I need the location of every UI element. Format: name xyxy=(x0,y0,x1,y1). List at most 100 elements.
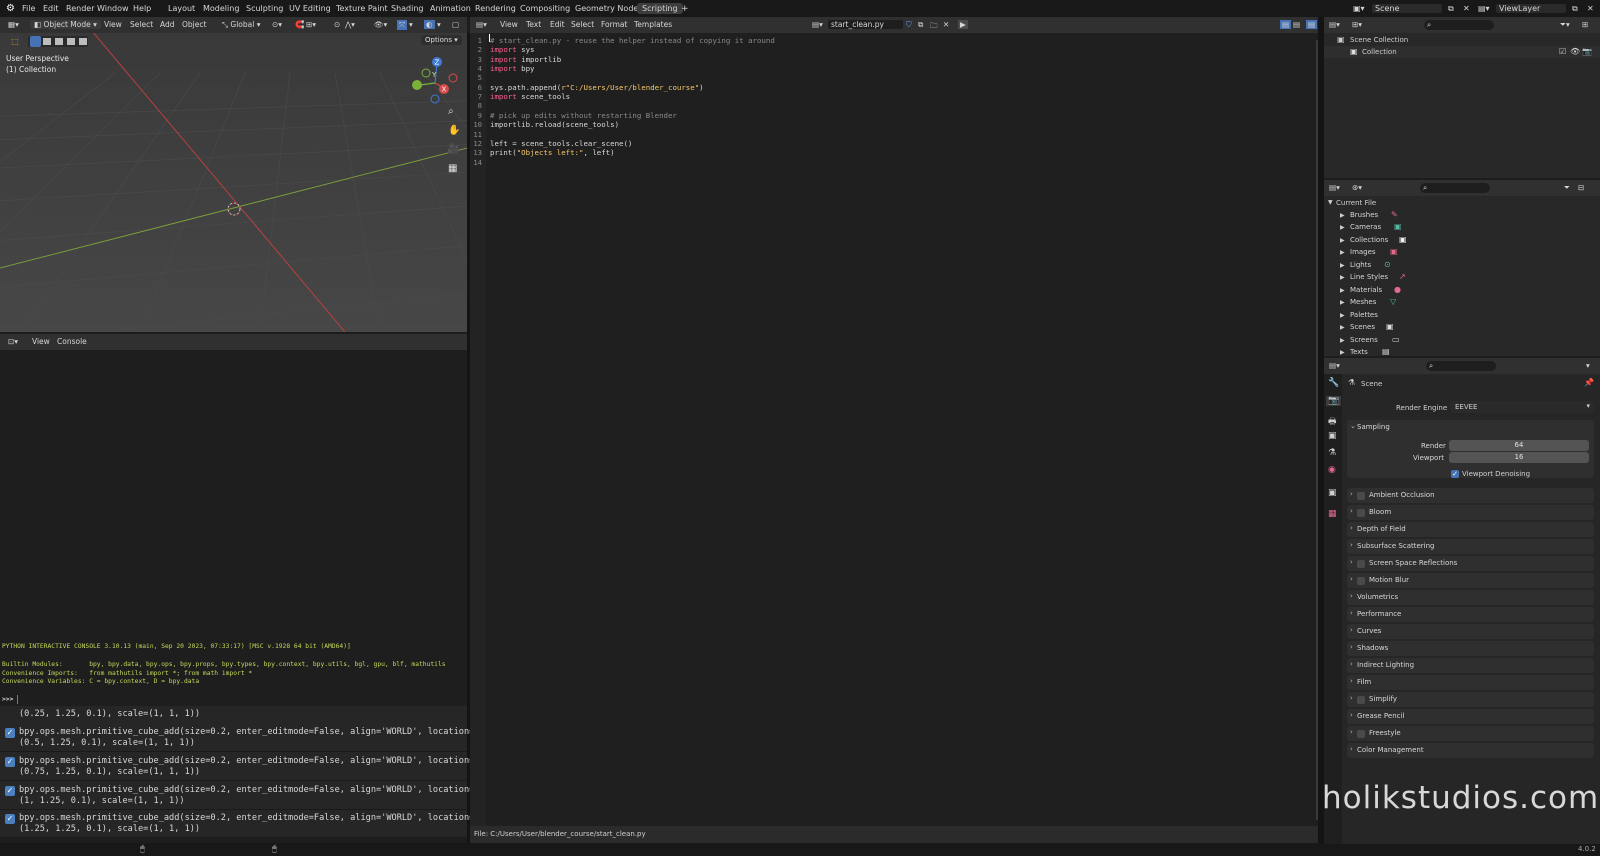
code-line[interactable]: print("Objects left:", left) xyxy=(490,148,615,157)
gizmo-toggle-icon[interactable]: ⤧ xyxy=(397,20,407,30)
falloff-icon[interactable]: ⋀▾ xyxy=(345,20,355,29)
outliner-editor-type-icon[interactable]: ▤▾ xyxy=(1329,20,1340,29)
world-tab-icon[interactable]: ◉ xyxy=(1328,465,1336,475)
scene-collection-label[interactable]: Scene Collection xyxy=(1350,36,1408,44)
select-tool-button[interactable]: ⬚ xyxy=(9,36,21,47)
orientation-dropdown[interactable]: ⤡ Global ▾ xyxy=(222,20,260,30)
select-invert-icon[interactable] xyxy=(67,38,75,45)
file-item-collections[interactable]: Collections xyxy=(1350,236,1388,244)
file-item-screens[interactable]: Screens xyxy=(1350,336,1378,344)
info-row[interactable]: ✓ bpy.ops.mesh.primitive_cube_add(size=0… xyxy=(0,753,474,781)
view-layer-copy-icon[interactable]: ⧉ xyxy=(1572,4,1578,14)
code-line[interactable]: # pick up edits without restarting Blend… xyxy=(490,111,677,120)
blend-file-search-field[interactable]: ⌕ xyxy=(1420,183,1490,193)
panel-bloom[interactable]: › Bloom xyxy=(1347,505,1594,520)
view-layer-icon[interactable]: ▤▾ xyxy=(1478,4,1490,13)
tab-compositing[interactable]: Compositing xyxy=(520,4,570,13)
syntax-highlight-toggle-icon[interactable]: ▤ xyxy=(1306,20,1318,29)
new-text-icon[interactable]: ⧉ xyxy=(918,20,923,30)
code-line[interactable]: import bpy xyxy=(490,64,535,73)
panel-performance[interactable]: › Performance xyxy=(1347,607,1594,622)
file-item-brushes[interactable]: Brushes xyxy=(1350,211,1378,219)
open-text-icon[interactable]: 🗀 xyxy=(930,20,938,33)
code-line[interactable]: import scene_tools xyxy=(490,92,570,101)
text-menu-edit[interactable]: Edit xyxy=(550,20,565,29)
panel-enable-checkbox[interactable] xyxy=(1357,577,1365,585)
code-line[interactable]: sys.path.append(r"C:/Users/User/blender_… xyxy=(490,83,704,92)
run-script-icon[interactable]: ▶ xyxy=(958,20,968,29)
code-area[interactable]: 1 # start_clean.py - reuse the helper ins… xyxy=(470,33,1318,173)
overlay-toggle-icon[interactable]: ◐ xyxy=(424,20,435,29)
tab-uv-editing[interactable]: UV Editing xyxy=(289,4,331,13)
view-layer-close-icon[interactable]: ✕ xyxy=(1587,4,1594,13)
viewport-menu-add[interactable]: Add xyxy=(160,20,175,29)
outliner-display-mode-icon[interactable]: ⊞▾ xyxy=(1352,20,1362,29)
panel-grease-pencil[interactable]: › Grease Pencil xyxy=(1347,709,1594,724)
tab-animation[interactable]: Animation xyxy=(430,4,471,13)
add-workspace-icon[interactable]: + xyxy=(681,4,689,14)
text-menu-format[interactable]: Format xyxy=(601,20,627,29)
viewport-menu-select[interactable]: Select xyxy=(130,20,153,29)
panel-screen-space-reflections[interactable]: › Screen Space Reflections xyxy=(1347,556,1594,571)
file-item-texts[interactable]: Texts xyxy=(1350,348,1368,356)
overlay-dropdown-icon[interactable]: ▾ xyxy=(437,20,441,29)
collection-tab-icon[interactable]: ▣ xyxy=(1328,488,1337,498)
file-item-scenes[interactable]: Scenes xyxy=(1350,323,1375,331)
panel-shadows[interactable]: › Shadows xyxy=(1347,641,1594,656)
expand-icon[interactable]: ▶ xyxy=(1340,212,1345,219)
panel-indirect-lighting[interactable]: › Indirect Lighting xyxy=(1347,658,1594,673)
panel-volumetrics[interactable]: › Volumetrics xyxy=(1347,590,1594,605)
tab-rendering[interactable]: Rendering xyxy=(475,4,516,13)
blend-file-editor-type-icon[interactable]: ▤▾ xyxy=(1329,183,1340,192)
panel-enable-checkbox[interactable] xyxy=(1357,560,1365,568)
properties-editor-type-icon[interactable]: ▤▾ xyxy=(1329,361,1340,370)
panel-curves[interactable]: › Curves xyxy=(1347,624,1594,639)
blend-file-display-mode-icon[interactable]: ⊛▾ xyxy=(1352,183,1362,192)
ortho-grid-icon[interactable]: ▦ xyxy=(448,163,457,174)
expand-icon[interactable]: ▶ xyxy=(1340,324,1345,331)
tab-shading[interactable]: Shading xyxy=(391,4,424,13)
file-item-materials[interactable]: Materials xyxy=(1350,286,1382,294)
text-menu-templates[interactable]: Templates xyxy=(634,20,672,29)
tab-scripting[interactable]: Scripting xyxy=(637,3,683,14)
view-layer-field[interactable]: ViewLayer xyxy=(1496,4,1566,13)
expand-icon[interactable]: ▶ xyxy=(1340,274,1345,281)
file-item-meshes[interactable]: Meshes xyxy=(1350,298,1376,306)
texture-tab-icon[interactable]: ▦ xyxy=(1328,509,1337,519)
proportional-edit-icon[interactable]: ⊙ xyxy=(334,20,340,29)
blend-file-filter-icon[interactable]: ⏷ xyxy=(1564,183,1570,193)
text-menu-text[interactable]: Text xyxy=(526,20,541,29)
camera-view-icon[interactable]: 🎥 xyxy=(447,144,459,155)
code-line[interactable]: # start_clean.py - reuse the helper inst… xyxy=(490,36,775,45)
viewport-menu-view[interactable]: View xyxy=(104,20,122,29)
snap-settings-icon[interactable]: ⊞▾ xyxy=(306,20,316,29)
collection-render-icon[interactable]: 📷 xyxy=(1582,47,1592,56)
select-new-icon[interactable] xyxy=(30,36,41,47)
panel-ambient-occlusion[interactable]: › Ambient Occlusion xyxy=(1347,488,1594,503)
file-item-images[interactable]: Images xyxy=(1350,248,1376,256)
current-file-label[interactable]: Current File xyxy=(1336,199,1376,207)
file-item-cameras[interactable]: Cameras xyxy=(1350,223,1381,231)
viewport-menu-object[interactable]: Object xyxy=(182,20,206,29)
render-engine-dropdown[interactable]: EEVEE ▾ xyxy=(1450,401,1594,413)
purge-icon[interactable]: ⊟ xyxy=(1578,183,1584,192)
collection-visibility-icon[interactable]: 👁 xyxy=(1570,47,1580,56)
3d-viewport[interactable]: User Perspective (1) Collection ⬚ Option… xyxy=(0,33,467,332)
view-layer-tab-icon[interactable]: ▣ xyxy=(1328,431,1337,441)
pivot-icon[interactable]: ⊙▾ xyxy=(272,20,282,29)
file-item-lights[interactable]: Lights xyxy=(1350,261,1371,269)
code-line[interactable]: importlib.reload(scene_tools) xyxy=(490,120,619,129)
scene-selector-icon[interactable]: ▣▾ xyxy=(1353,4,1365,13)
info-row[interactable]: ✓ bpy.ops.mesh.primitive_cube_add(size=0… xyxy=(0,782,474,810)
collection-checkbox-icon[interactable]: ☑ xyxy=(1559,47,1566,56)
options-dropdown[interactable]: Options ▾ xyxy=(421,35,462,45)
code-line[interactable]: import importlib xyxy=(490,55,561,64)
properties-options-icon[interactable]: ▾ xyxy=(1586,361,1590,370)
object-mode-dropdown[interactable]: ◧ Object Mode ▾ xyxy=(30,20,101,29)
zoom-icon[interactable]: ⌕ xyxy=(448,106,454,117)
pan-hand-icon[interactable]: ✋ xyxy=(448,125,460,136)
collection-row[interactable]: ▣ Collection ☑ 👁 📷 xyxy=(1324,46,1600,58)
tool-tab-icon[interactable]: 🔧 xyxy=(1328,378,1339,388)
snap-icon[interactable]: 🧲 xyxy=(295,20,304,29)
panel-enable-checkbox[interactable] xyxy=(1357,696,1365,704)
